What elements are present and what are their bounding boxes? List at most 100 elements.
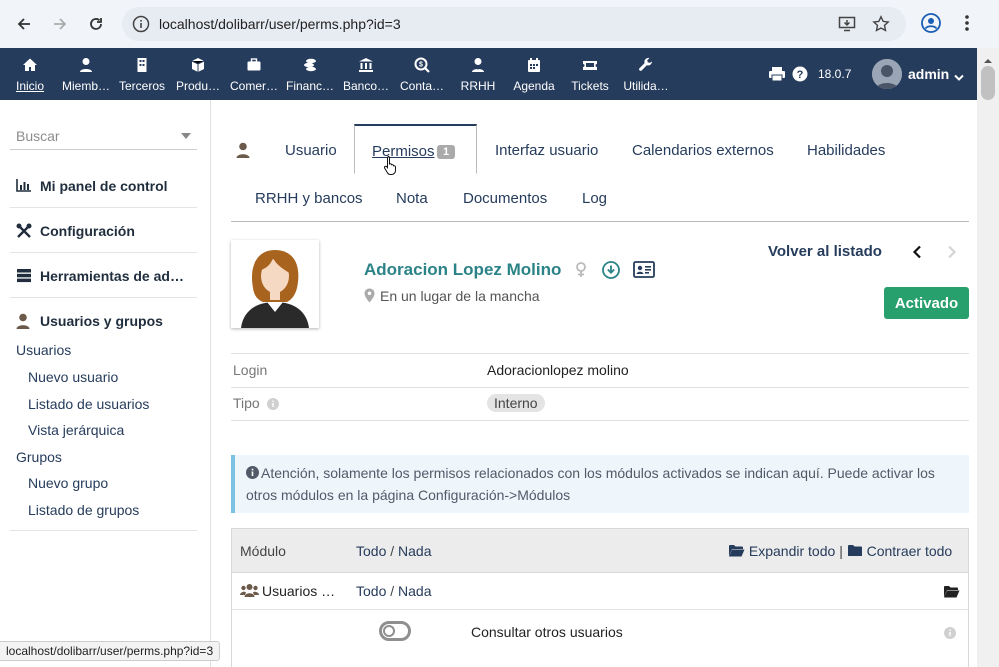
folder-open-icon[interactable] — [943, 585, 960, 601]
collapse-all-link[interactable]: Contraer todo — [867, 543, 953, 559]
user-avatar[interactable] — [872, 59, 902, 89]
chevron-left-icon[interactable] — [912, 245, 922, 262]
sidebar-item-herramientas[interactable]: Herramientas de ad… — [10, 254, 197, 298]
sidebar-link-listado-usuarios[interactable]: Listado de usuarios — [28, 396, 149, 412]
menu-tickets[interactable]: Tickets — [560, 48, 620, 100]
permissions-header-row: Módulo Todo / Nada Expandir todo | Contr… — [232, 529, 968, 573]
status-badge: Activado — [884, 287, 969, 319]
tab-documentos[interactable]: Documentos — [463, 190, 547, 207]
back-to-list-link[interactable]: Volver al listado — [768, 243, 882, 260]
back-arrow-icon[interactable] — [12, 12, 36, 36]
sidebar-link-nuevo-usuario[interactable]: Nuevo usuario — [28, 369, 118, 385]
menu-contabilidad[interactable]: $ Conta… — [392, 48, 452, 100]
todo-link[interactable]: Todo — [356, 543, 386, 559]
server-icon — [16, 268, 32, 286]
menu-inicio[interactable]: Inicio — [0, 48, 60, 100]
sidebar-link-vista-jerarquica[interactable]: Vista jerárquica — [28, 422, 124, 438]
module-nada-link[interactable]: Nada — [398, 583, 431, 599]
bookmark-star-icon[interactable] — [872, 15, 890, 36]
user-location: En un lugar de la mancha — [380, 288, 540, 304]
menu-miembros[interactable]: Miemb… — [56, 48, 116, 100]
tab-calendarios[interactable]: Calendarios externos — [632, 142, 774, 159]
permisos-count-badge: 1 — [437, 145, 456, 159]
permission-toggle[interactable] — [379, 621, 411, 641]
briefcase-icon — [224, 57, 284, 73]
page-scrollbar[interactable] — [977, 48, 999, 667]
id-card-icon[interactable] — [633, 261, 655, 281]
profile-icon[interactable] — [920, 12, 942, 37]
menu-bancos[interactable]: Banco… — [336, 48, 396, 100]
module-todo-link[interactable]: Todo — [356, 583, 386, 599]
info-icon[interactable] — [267, 397, 279, 413]
tab-permisos[interactable]: Permisos 1 — [354, 124, 477, 175]
folder-icon — [847, 544, 863, 560]
tab-log[interactable]: Log — [582, 190, 607, 207]
menu-productos[interactable]: Produ… — [168, 48, 228, 100]
notice-text: Atención, solamente los permisos relacio… — [246, 465, 935, 503]
search-placeholder[interactable]: Buscar — [16, 128, 60, 144]
tab-usuario[interactable]: Usuario — [285, 142, 337, 159]
chevron-right-icon — [947, 245, 957, 262]
permission-module-row[interactable]: Usuarios … Todo / Nada — [232, 573, 968, 610]
print-icon[interactable] — [768, 66, 786, 85]
field-divider — [231, 387, 969, 388]
menu-terceros[interactable]: Terceros — [112, 48, 172, 100]
help-icon[interactable]: ? — [792, 66, 808, 85]
tab-nota[interactable]: Nota — [396, 190, 428, 207]
module-select-links: Todo / Nada — [356, 583, 432, 599]
sidebar-item-dashboard[interactable]: Mi panel de control — [10, 164, 197, 208]
calendar-icon — [504, 57, 564, 73]
home-icon — [0, 57, 60, 73]
sidebar-link-nuevo-grupo[interactable]: Nuevo grupo — [28, 475, 108, 491]
coins-icon — [280, 57, 340, 73]
user-photo[interactable] — [231, 240, 319, 328]
field-divider — [231, 420, 969, 421]
app-top-menu: Inicio Miemb… Terceros Produ… Comer… Fin… — [0, 48, 977, 100]
menu-utilidades[interactable]: Utilida… — [616, 48, 676, 100]
tabs-divider — [231, 221, 969, 222]
main-content: Usuario Permisos 1 Interfaz usuario Cale… — [211, 100, 977, 667]
menu-rrhh[interactable]: RRHH — [448, 48, 508, 100]
menu-agenda[interactable]: Agenda — [504, 48, 564, 100]
module-column-header: Módulo — [240, 543, 286, 559]
install-app-icon[interactable] — [838, 15, 856, 36]
user-name-label[interactable]: admin — [908, 66, 949, 82]
permissions-table: Módulo Todo / Nada Expandir todo | Contr… — [231, 528, 969, 667]
user-fullname: Adoracion Lopez Molino — [364, 260, 562, 279]
chevron-down-icon[interactable] — [954, 69, 964, 85]
site-info-icon[interactable] — [132, 15, 150, 36]
sidebar-item-configuracion[interactable]: Configuración — [10, 209, 197, 253]
sidebar-search[interactable]: Buscar — [10, 122, 197, 150]
browser-menu-icon[interactable] — [956, 12, 978, 37]
chart-icon — [16, 178, 32, 195]
version-label: 18.0.7 — [818, 67, 852, 81]
expand-all-link[interactable]: Expandir todo — [749, 543, 835, 559]
field-divider — [231, 353, 969, 354]
download-vcard-icon[interactable] — [602, 261, 620, 282]
member-icon — [56, 57, 116, 73]
sidebar-link-grupos[interactable]: Grupos — [16, 449, 62, 465]
scrollbar-thumb[interactable] — [981, 66, 995, 100]
forward-arrow-icon[interactable] — [48, 12, 72, 36]
tab-rrhh-bancos[interactable]: RRHH y bancos — [255, 190, 363, 207]
menu-financiera[interactable]: Financ… — [280, 48, 340, 100]
menu-comercial[interactable]: Comer… — [224, 48, 284, 100]
svg-text:?: ? — [797, 69, 804, 81]
nada-link[interactable]: Nada — [398, 543, 431, 559]
sidebar-item-usuarios-grupos[interactable]: Usuarios y grupos — [10, 299, 197, 343]
address-bar[interactable]: localhost/dolibarr/user/perms.php?id=3 — [122, 7, 906, 41]
info-icon[interactable] — [944, 626, 956, 642]
sidebar-link-listado-grupos[interactable]: Listado de grupos — [28, 502, 139, 518]
chevron-down-icon[interactable] — [181, 133, 191, 139]
sidebar-divider — [10, 530, 197, 531]
tools-icon — [16, 223, 32, 242]
reload-icon[interactable] — [84, 12, 108, 36]
tab-habilidades[interactable]: Habilidades — [807, 142, 885, 159]
browser-status-url: localhost/dolibarr/user/perms.php?id=3 — [0, 641, 221, 661]
tab-interfaz-usuario[interactable]: Interfaz usuario — [495, 142, 598, 159]
sidebar-link-usuarios[interactable]: Usuarios — [16, 342, 71, 358]
url-text[interactable]: localhost/dolibarr/user/perms.php?id=3 — [159, 16, 401, 32]
user-icon — [236, 142, 250, 161]
bank-icon — [336, 57, 396, 73]
info-circle-icon — [246, 464, 259, 485]
